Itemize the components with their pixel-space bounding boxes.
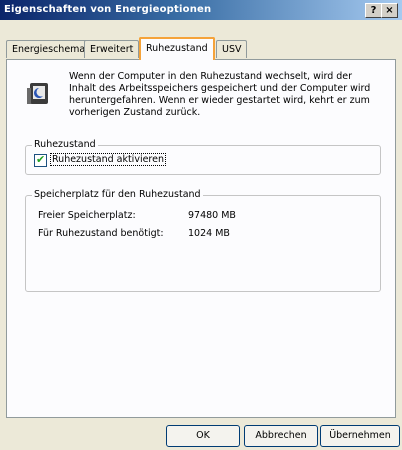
hibernate-checkbox[interactable]: ✔	[34, 153, 47, 167]
cancel-button[interactable]: Abbrechen	[244, 425, 318, 447]
help-button[interactable]: ?	[365, 3, 382, 18]
tab-ruhezustand[interactable]: Ruhezustand	[139, 37, 215, 60]
hibernate-checkbox-label[interactable]: Ruhezustand aktivieren	[50, 153, 166, 166]
storage-group-legend: Speicherplatz für den Ruhezustand	[32, 189, 203, 200]
close-button[interactable]: ×	[381, 3, 398, 18]
tab-energieschemas[interactable]: Energieschemas	[6, 40, 97, 58]
hibernate-computer-icon	[27, 83, 48, 104]
checkmark-icon: ✔	[36, 153, 46, 166]
apply-button[interactable]: Übernehmen	[320, 425, 400, 447]
window-title: Eigenschaften von Energieoptionen	[4, 4, 212, 15]
hibernate-group-legend: Ruhezustand	[32, 139, 98, 150]
tab-panel-ruhezustand: Wenn der Computer in den Ruhezustand wec…	[6, 59, 396, 418]
hibernate-description: Wenn der Computer in den Ruhezustand wec…	[69, 71, 371, 118]
power-options-dialog: Eigenschaften von Energieoptionen ? × En…	[0, 0, 402, 450]
free-space-label: Freier Speicherplatz:	[38, 210, 136, 221]
hibernate-groupbox: Ruhezustand ✔ Ruhezustand aktivieren	[25, 139, 381, 175]
tab-usv[interactable]: USV	[216, 40, 248, 58]
title-bar[interactable]: Eigenschaften von Energieoptionen ? ×	[0, 0, 402, 20]
tab-erweitert[interactable]: Erweitert	[84, 40, 140, 58]
required-space-value: 1024 MB	[188, 228, 230, 239]
storage-groupbox: Speicherplatz für den Ruhezustand Freier…	[25, 189, 381, 292]
ok-button[interactable]: OK	[166, 425, 240, 447]
required-space-label: Für Ruhezustand benötigt:	[38, 228, 164, 239]
free-space-value: 97480 MB	[188, 210, 236, 221]
